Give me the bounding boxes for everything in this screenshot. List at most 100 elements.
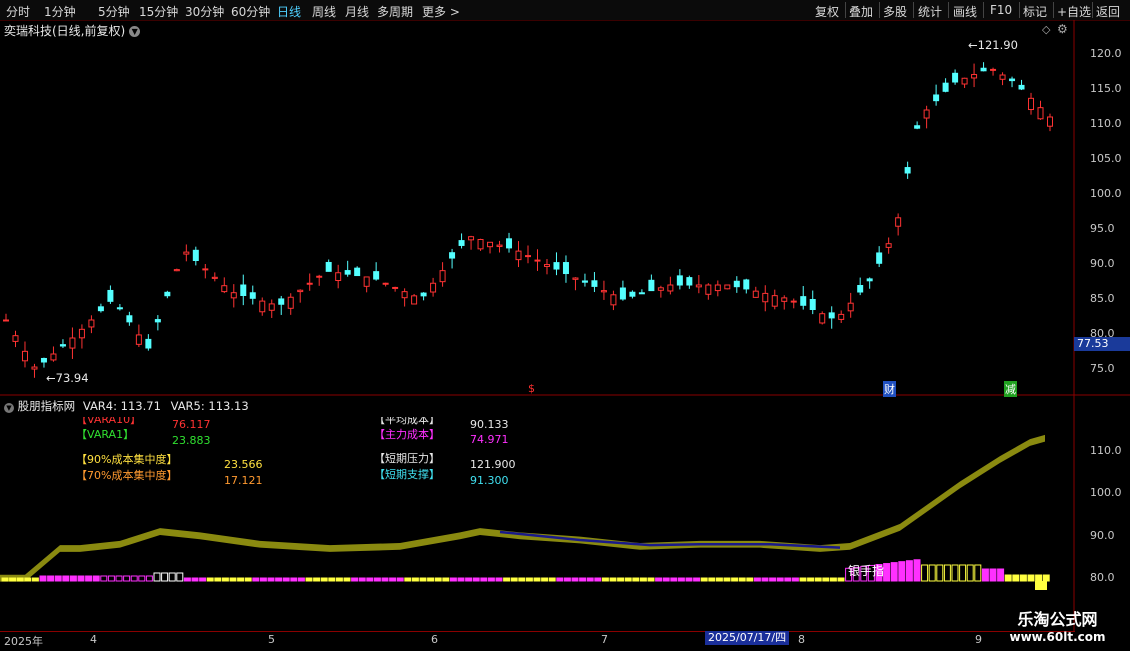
candle-body	[762, 292, 769, 303]
indicator-bar	[252, 577, 260, 582]
candle-body	[790, 300, 797, 303]
cost90-label: 【90%成本集中度】	[76, 453, 178, 466]
overlay-button[interactable]: 叠加	[849, 3, 873, 20]
candle-body	[600, 290, 607, 293]
financial-report-marker[interactable]: 财	[883, 381, 896, 397]
draw-line-button[interactable]: 画线	[953, 3, 977, 20]
indicator-bar	[138, 575, 146, 582]
candle-body	[12, 335, 19, 342]
candle-body	[449, 252, 456, 259]
indicator-bar	[1004, 574, 1012, 582]
indicator-bar	[776, 577, 784, 582]
kline-chart[interactable]	[0, 0, 1130, 650]
indicator-bar	[176, 572, 184, 582]
f10-button[interactable]: F10	[990, 3, 1012, 17]
indicator-bar	[761, 577, 769, 582]
indicator-bar	[221, 577, 229, 582]
candle-body	[771, 295, 778, 307]
candle-body	[648, 279, 655, 292]
tab-15min[interactable]: 15分钟	[139, 3, 178, 20]
candle-body	[487, 241, 494, 248]
indicator-bar	[563, 577, 571, 582]
indicator-bar	[746, 577, 754, 582]
tab-weekly[interactable]: 周线	[312, 3, 336, 20]
indicator-bar	[123, 575, 131, 582]
collapse-icon[interactable]: ▼	[4, 403, 14, 413]
tab-daily[interactable]: 日线	[277, 3, 301, 20]
reduction-marker[interactable]: 减	[1004, 381, 1017, 397]
gear-icon[interactable]: ⚙	[1057, 22, 1068, 36]
indicator-bar	[1035, 574, 1043, 582]
date-label: 8	[798, 633, 805, 646]
diamond-icon[interactable]: ◇	[1042, 23, 1050, 36]
low-price-label: ←73.94	[46, 371, 89, 385]
indicator-bar	[472, 577, 480, 582]
indicator-bar	[328, 577, 336, 582]
tab-30min[interactable]: 30分钟	[185, 3, 224, 20]
candle-body	[183, 251, 190, 255]
candle-body	[468, 236, 475, 241]
candle-body	[534, 259, 541, 262]
indicator-bar	[898, 561, 906, 582]
back-button[interactable]: 返回	[1096, 3, 1120, 20]
indicator-bar	[807, 577, 815, 582]
var4-value: 113.71	[120, 399, 161, 413]
indicator-bar	[366, 577, 374, 582]
candle-body	[676, 275, 683, 286]
indicator-bar	[69, 575, 77, 582]
chevron-down-icon[interactable]: ▼	[129, 26, 141, 37]
indicator-bar	[989, 568, 997, 582]
indicator-bar	[396, 577, 404, 582]
dividend-marker[interactable]: $	[528, 382, 535, 395]
indicator-bar	[677, 577, 685, 582]
candle-body	[107, 289, 114, 302]
indicator-bar	[313, 577, 321, 582]
tab-more[interactable]: 更多 >	[422, 3, 460, 20]
indicator-bar	[753, 577, 761, 582]
tab-multi-period[interactable]: 多周期	[377, 3, 413, 20]
tab-5min[interactable]: 5分钟	[98, 3, 130, 20]
cursor-date: 2025/07/17/四	[705, 631, 790, 645]
adjust-button[interactable]: 复权	[815, 3, 839, 20]
candle-body	[249, 292, 256, 299]
tab-timeshare[interactable]: 分时	[6, 3, 30, 20]
candle-body	[382, 282, 389, 285]
date-label: 2025年	[4, 635, 43, 648]
indicator-bar	[404, 577, 412, 582]
indicator-bar	[791, 577, 799, 582]
stats-button[interactable]: 统计	[918, 3, 942, 20]
chart-title[interactable]: 奕瑞科技(日线,前复权) ▼	[4, 22, 141, 39]
tab-monthly[interactable]: 月线	[345, 3, 369, 20]
tab-60min[interactable]: 60分钟	[231, 3, 270, 20]
indicator-header[interactable]: ▼ 股朋指标网 VAR4: 113.71 VAR5: 113.13	[4, 398, 249, 414]
candle-body	[724, 284, 731, 290]
candle-body	[591, 280, 598, 287]
indicator-bar	[943, 564, 951, 582]
indicator-bar	[449, 577, 457, 582]
indicator-bar	[411, 577, 419, 582]
indicator-bar	[480, 577, 488, 582]
candle-body	[297, 289, 304, 293]
add-watchlist-button[interactable]: +自选	[1057, 3, 1091, 20]
indicator-bar	[465, 577, 473, 582]
indicator-bar	[1019, 574, 1027, 582]
candle-body	[1037, 107, 1044, 120]
candle-body	[562, 262, 569, 275]
mark-button[interactable]: 标记	[1023, 3, 1047, 20]
tab-1min[interactable]: 1分钟	[44, 3, 76, 20]
indicator-bar	[161, 572, 169, 582]
indicator-bar	[769, 577, 777, 582]
multi-stock-button[interactable]: 多股	[883, 3, 907, 20]
avg-cost-label: 【平均成本】	[374, 413, 440, 426]
current-price-tag: 77.53	[1074, 337, 1130, 351]
candle-body	[714, 284, 721, 292]
candle-body	[335, 272, 342, 281]
indicator-bar	[617, 577, 625, 582]
indicator-bar	[115, 575, 123, 582]
candle-body	[259, 300, 266, 313]
indicator-bar	[723, 577, 731, 582]
candle-body	[1018, 84, 1025, 90]
price-tick: 85.0	[1090, 292, 1115, 305]
candle-body	[657, 287, 664, 291]
candle-body	[3, 319, 9, 322]
